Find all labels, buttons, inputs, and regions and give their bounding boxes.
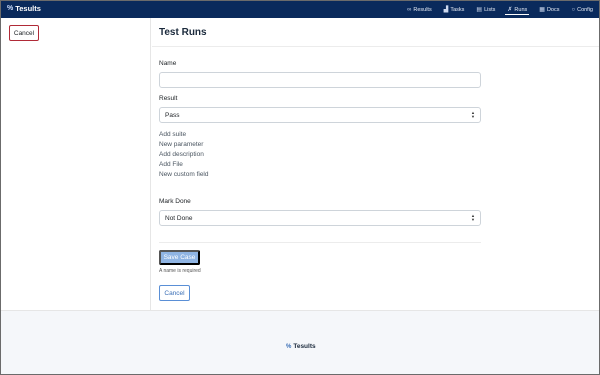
infinity-icon: ∞ — [407, 6, 412, 13]
footer-brand-name: Tesults — [293, 343, 316, 350]
divider — [152, 46, 599, 47]
brand-name: Tesults — [15, 4, 41, 13]
nav-item-runs[interactable]: ✗ Runs — [505, 1, 530, 18]
name-input[interactable] — [159, 72, 481, 88]
name-label: Name — [159, 60, 177, 67]
add-file-link[interactable]: Add File — [159, 160, 209, 170]
nav-item-docs[interactable]: ▦ Docs — [539, 1, 559, 18]
nav-menu: ∞ Results ▟ Tasks ▤ Lists ✗ Runs ▦ Docs … — [407, 1, 593, 18]
save-case-button[interactable]: Save Case — [159, 250, 200, 265]
cancel-button[interactable]: Cancel — [159, 285, 190, 301]
nav-item-label: Tasks — [450, 6, 465, 13]
validation-hint: A name is required — [159, 268, 201, 274]
document-icon: ▤ — [476, 6, 483, 13]
nav-item-results[interactable]: ∞ Results — [407, 1, 432, 18]
result-select-value: Pass — [165, 111, 180, 119]
optional-fields-list: Add suite New parameter Add description … — [159, 130, 209, 180]
percent-icon: % — [286, 343, 292, 350]
divider — [159, 242, 481, 243]
nav-item-label: Runs — [514, 6, 528, 13]
nav-item-label: Docs — [546, 6, 560, 13]
nav-item-label: Lists — [484, 6, 496, 13]
result-select[interactable]: Pass ▲ ▼ — [159, 107, 481, 123]
sidebar-cancel-button[interactable]: Cancel — [9, 25, 39, 41]
new-custom-field-link[interactable]: New custom field — [159, 170, 209, 180]
select-arrows-icon: ▲ ▼ — [471, 110, 475, 119]
result-label: Result — [159, 95, 178, 102]
nav-item-label: Results — [413, 6, 432, 13]
page-title: Test Runs — [159, 27, 207, 38]
brand-logo[interactable]: % Tesults — [7, 4, 41, 13]
add-suite-link[interactable]: Add suite — [159, 130, 209, 140]
mark-done-select-value: Not Done — [165, 214, 193, 222]
add-description-link[interactable]: Add description — [159, 150, 209, 160]
footer-brand[interactable]: % Tesults — [286, 343, 316, 350]
nav-item-label: Config — [577, 6, 593, 13]
main-content: Test Runs Name Result Pass ▲ ▼ Add suite … — [152, 18, 599, 310]
bar-chart-icon: ▟ — [443, 6, 449, 13]
new-parameter-link[interactable]: New parameter — [159, 140, 209, 150]
mark-done-select[interactable]: Not Done ▲ ▼ — [159, 210, 481, 226]
mark-done-label: Mark Done — [159, 198, 191, 205]
nav-item-tasks[interactable]: ▟ Tasks — [444, 1, 465, 18]
gear-icon: ○ — [571, 6, 576, 13]
percent-icon: % — [7, 5, 14, 12]
footer: % Tesults — [1, 310, 599, 374]
app-window: % Tesults ∞ Results ▟ Tasks ▤ Lists ✗ Ru… — [0, 0, 600, 375]
top-navbar: % Tesults ∞ Results ▟ Tasks ▤ Lists ✗ Ru… — [1, 1, 599, 18]
nav-item-config[interactable]: ○ Config — [571, 1, 593, 18]
sidebar: Cancel — [1, 18, 151, 310]
docs-icon: ▦ — [539, 6, 545, 13]
runner-icon: ✗ — [507, 6, 513, 13]
select-arrows-icon: ▲ ▼ — [471, 213, 475, 222]
nav-item-lists[interactable]: ▤ Lists — [476, 1, 495, 18]
